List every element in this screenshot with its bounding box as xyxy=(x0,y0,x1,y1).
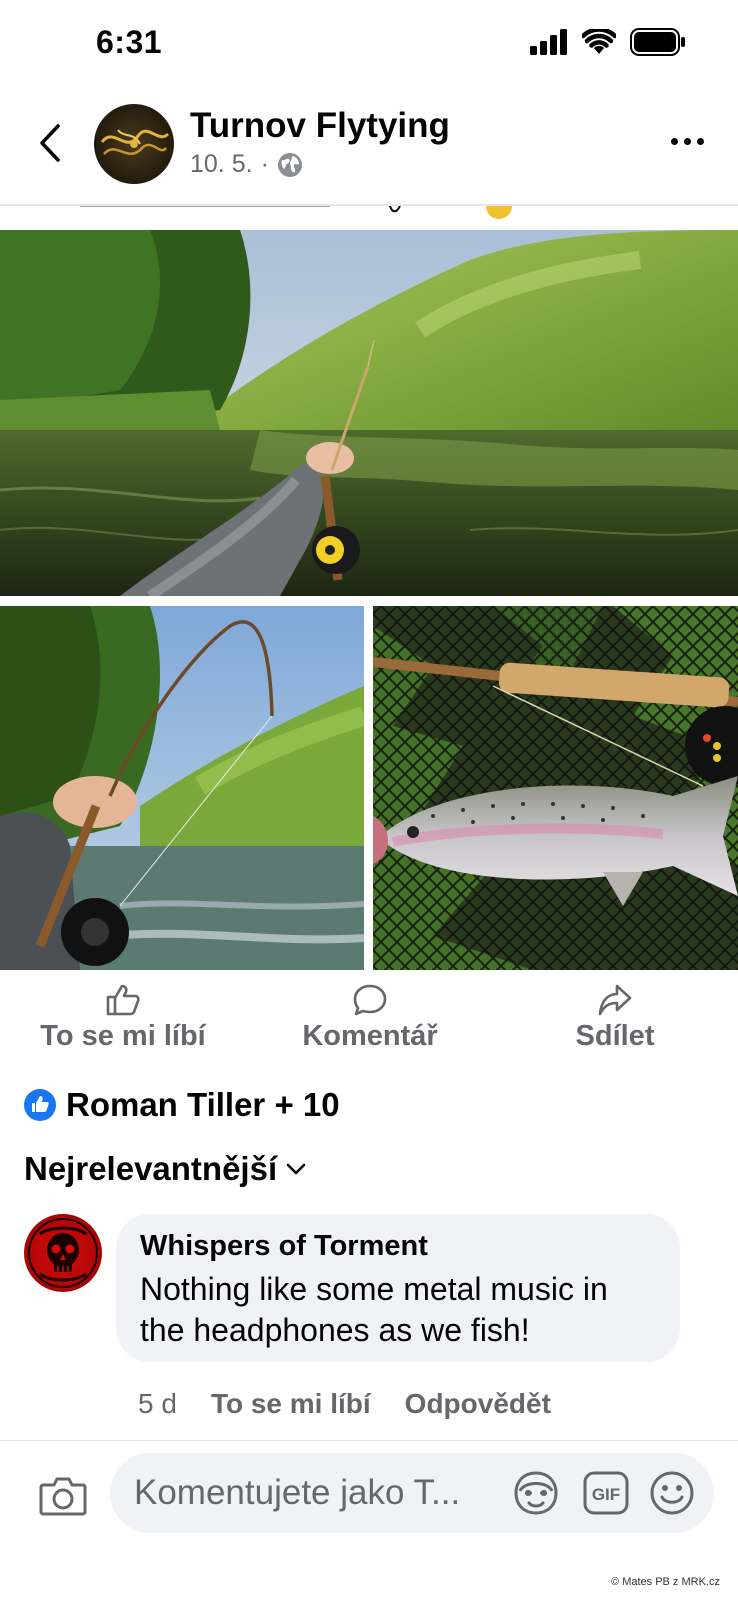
post-action-bar: To se mi líbí Komentář Sdílet xyxy=(0,984,738,1054)
status-bar: 6:31 xyxy=(0,0,738,88)
post-photo[interactable] xyxy=(0,230,738,596)
battery-icon xyxy=(630,28,685,56)
comment-time: 5 d xyxy=(138,1388,177,1419)
comment-button[interactable]: Komentář xyxy=(296,984,444,1053)
gif-icon: GIF xyxy=(583,1471,629,1515)
comment-reply-button[interactable]: Odpovědět xyxy=(405,1388,551,1420)
globe-icon xyxy=(277,152,302,177)
rainbow-trout-net-photo xyxy=(373,606,738,970)
like-label: To se mi líbí xyxy=(40,1020,206,1052)
more-options-button[interactable] xyxy=(662,126,712,156)
comment-bubble-icon xyxy=(353,984,387,1016)
avatar-sticker-icon xyxy=(514,1471,558,1515)
wifi-icon xyxy=(582,29,616,54)
share-arrow-icon xyxy=(598,984,632,1016)
post-photo[interactable] xyxy=(373,606,738,970)
status-time: 6:31 xyxy=(96,24,163,60)
sort-label: Nejrelevantnější xyxy=(24,1150,278,1187)
comment-author[interactable]: Whispers of Torment xyxy=(140,1230,656,1263)
gif-button[interactable]: GIF xyxy=(582,1469,630,1517)
post-header: Turnov Flytying 10. 5. · xyxy=(0,96,738,204)
share-button[interactable]: Sdílet xyxy=(570,984,660,1053)
bent-rod-river-photo xyxy=(0,606,364,970)
meta-separator: · xyxy=(260,150,269,178)
page-avatar[interactable] xyxy=(94,104,174,184)
comment-input[interactable]: Komentujete jako T... GIF xyxy=(110,1453,714,1533)
camera-icon xyxy=(39,1477,87,1516)
fly-logo-icon xyxy=(100,129,170,155)
river-fly-fishing-photo xyxy=(0,230,738,596)
comment-composer: Komentujete jako T... GIF © Mates PB z M… xyxy=(0,1440,738,1600)
truncated-caption-line xyxy=(0,206,738,226)
image-credit: © Mates PB z MRK.cz xyxy=(611,1576,720,1588)
comment-like-button[interactable]: To se mi líbí xyxy=(211,1388,371,1420)
status-icons xyxy=(530,28,686,56)
post-photo[interactable] xyxy=(0,606,364,970)
back-button[interactable] xyxy=(30,116,70,170)
dot-icon xyxy=(683,137,691,145)
gif-label: GIF xyxy=(592,1485,620,1504)
comment-input-placeholder: Komentujete jako T... xyxy=(134,1473,461,1512)
reactions-summary[interactable]: Roman Tiller + 10 xyxy=(24,1086,340,1124)
dot-icon xyxy=(696,137,704,145)
cellular-signal-icon xyxy=(530,29,567,55)
post-meta: 10. 5. · xyxy=(190,150,303,179)
like-button[interactable]: To se mi líbí xyxy=(38,984,208,1053)
share-label: Sdílet xyxy=(575,1020,655,1052)
comment-text: Nothing like some metal music in the hea… xyxy=(140,1271,608,1348)
like-reaction-icon xyxy=(24,1089,56,1121)
reactions-text: Roman Tiller + 10 xyxy=(66,1086,340,1123)
comment-meta: 5 d To se mi líbí Odpovědět xyxy=(138,1388,551,1420)
thumbs-up-icon xyxy=(106,984,140,1016)
smiley-icon xyxy=(650,1471,694,1515)
chevron-down-icon xyxy=(286,1163,306,1175)
dot-icon xyxy=(670,137,678,145)
post-date[interactable]: 10. 5. xyxy=(190,150,253,179)
comment-bubble[interactable]: Whispers of Torment Nothing like some me… xyxy=(116,1214,680,1362)
chevron-left-icon xyxy=(40,124,60,162)
commenter-avatar[interactable] xyxy=(24,1214,102,1292)
skull-logo-icon xyxy=(28,1218,98,1288)
page-name[interactable]: Turnov Flytying xyxy=(190,106,450,146)
comment-label: Komentář xyxy=(302,1020,438,1052)
comment-sort-selector[interactable]: Nejrelevantnější xyxy=(24,1150,307,1188)
emoji-button[interactable] xyxy=(648,1469,696,1517)
avatar-sticker-button[interactable] xyxy=(512,1469,560,1517)
camera-button[interactable] xyxy=(38,1471,88,1521)
